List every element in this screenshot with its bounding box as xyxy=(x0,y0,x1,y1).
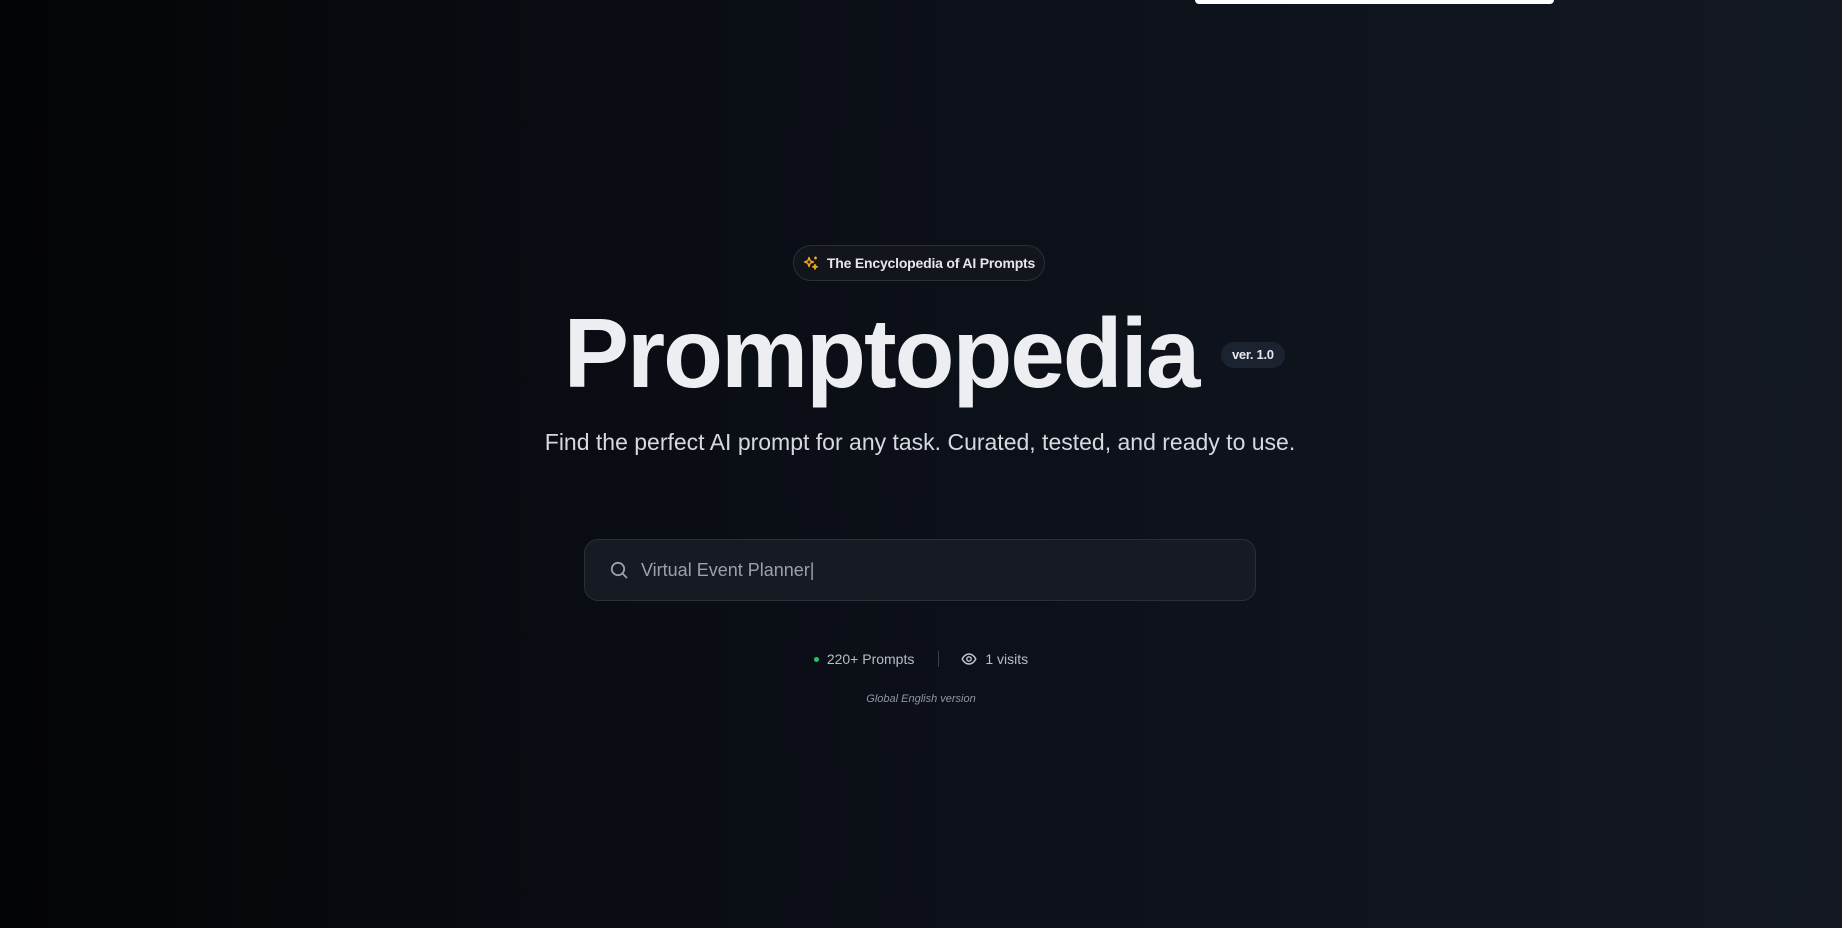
page-title: Promptopedia xyxy=(563,298,1201,408)
status-dot xyxy=(813,656,819,662)
eye-icon xyxy=(961,651,977,667)
search-input[interactable] xyxy=(641,555,1255,585)
sparkles-icon xyxy=(803,255,819,271)
prompts-count-stat: 220+ Prompts xyxy=(813,651,915,667)
visits-count: 1 visits xyxy=(985,651,1029,667)
version-badge: ver. 1.0 xyxy=(1221,342,1285,368)
tagline-label: The Encyclopedia of AI Prompts xyxy=(826,255,1036,271)
stats-divider xyxy=(938,651,940,667)
prompts-count: 220+ Prompts xyxy=(826,651,915,667)
tagline-pill: The Encyclopedia of AI Prompts xyxy=(793,245,1045,281)
stats-bar: 220+ Prompts 1 visits xyxy=(0,649,1842,669)
visits-stat: 1 visits xyxy=(961,651,1028,667)
search-icon xyxy=(609,560,629,580)
title-row: Promptopedia ver. 1.0 xyxy=(0,298,1842,408)
hero-section: The Encyclopedia of AI Prompts Promptope… xyxy=(0,0,1842,928)
page-subtitle: Find the perfect AI prompt for any task.… xyxy=(544,429,1296,455)
region-version-note: Global English version xyxy=(866,693,976,705)
search-box[interactable] xyxy=(584,539,1256,601)
